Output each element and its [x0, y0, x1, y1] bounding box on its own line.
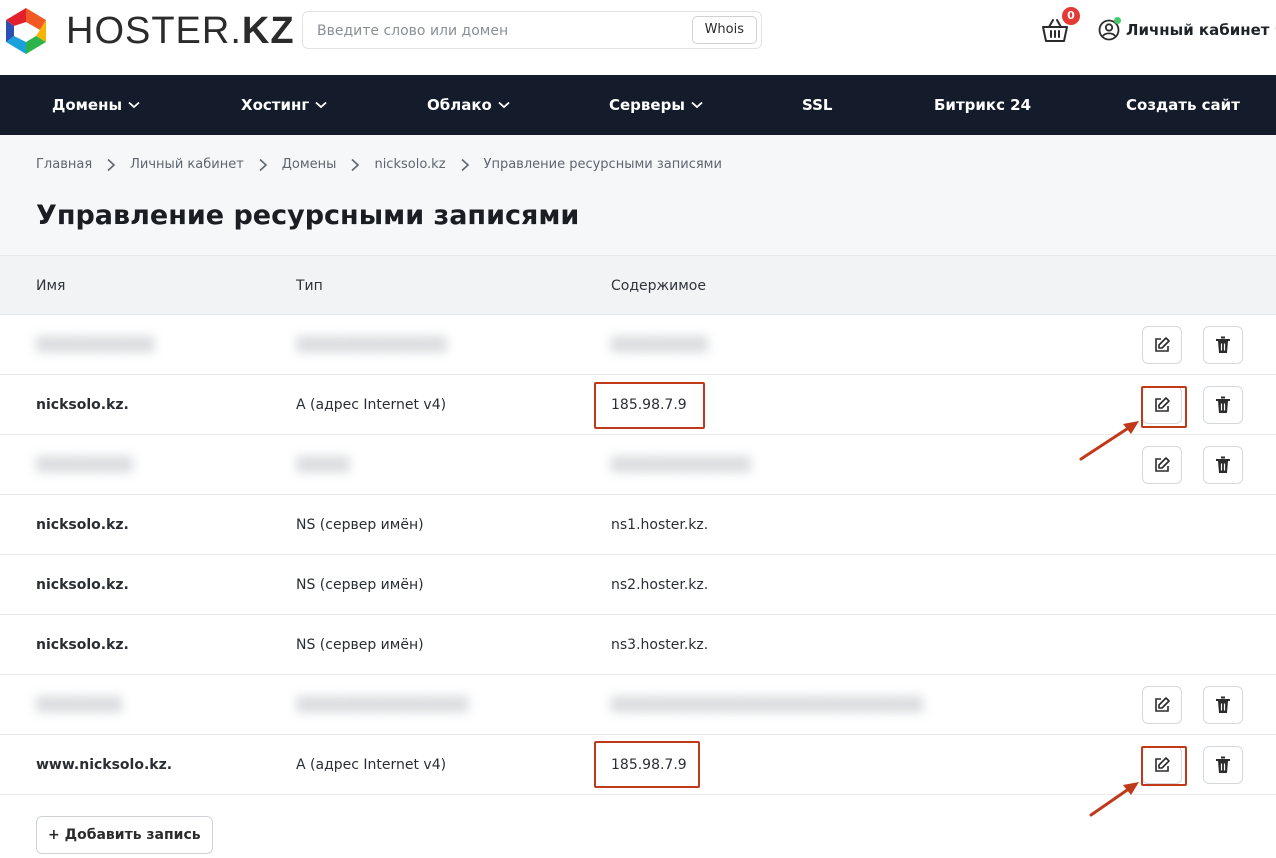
column-header-type: Тип [296, 278, 323, 294]
cart-count-badge: 0 [1062, 7, 1080, 25]
delete-record-button[interactable] [1203, 746, 1243, 784]
redacted-cell: ▒▒▒▒▒▒▒▒▒▒▒▒▒ [611, 457, 751, 473]
breadcrumb-current: Управление ресурсными записями [483, 157, 722, 172]
chevron-down-icon [128, 101, 140, 109]
highlight-box [1141, 386, 1187, 428]
edit-icon [1155, 337, 1170, 352]
delete-record-button[interactable] [1203, 326, 1243, 364]
main-nav: Домены Хостинг Облако Серверы SSL Битрик… [0, 75, 1276, 135]
chevron-down-icon [498, 101, 510, 109]
redacted-cell: ▒▒▒▒▒▒▒▒ [36, 697, 123, 713]
highlight-box [594, 741, 700, 788]
chevron-right-icon [351, 158, 360, 171]
search-input[interactable] [317, 20, 677, 42]
breadcrumb-home[interactable]: Главная [36, 157, 92, 172]
account-label: Личный кабинет [1126, 21, 1270, 39]
column-header-content: Содержимое [611, 278, 706, 294]
redacted-cell: ▒▒▒▒▒▒▒▒▒ [611, 337, 708, 353]
redacted-cell: ▒▒▒▒▒▒▒▒▒▒▒▒▒▒ [296, 337, 447, 353]
breadcrumb: Главная Личный кабинет Домены nicksolo.k… [36, 157, 722, 172]
annotation-arrow-icon [1079, 421, 1139, 461]
online-status-dot [1114, 17, 1121, 24]
record-content: ns3.hoster.kz. [611, 637, 709, 653]
breadcrumb-domains[interactable]: Домены [282, 157, 337, 172]
chevron-right-icon [107, 158, 116, 171]
record-type: NS (сервер имён) [296, 577, 424, 593]
table-header: Имя Тип Содержимое [0, 255, 1276, 315]
record-type: A (адрес Internet v4) [296, 397, 447, 413]
record-name: nicksolo.kz. [36, 517, 129, 533]
trash-icon [1216, 756, 1230, 773]
record-name: nicksolo.kz. [36, 637, 129, 653]
annotation-arrow-icon [1089, 782, 1139, 817]
record-type: A (адрес Internet v4) [296, 757, 447, 773]
chevron-down-icon [315, 101, 327, 109]
edit-record-button[interactable] [1142, 686, 1182, 724]
table-row: ▒▒▒▒▒▒▒▒ ▒▒▒▒▒▒▒▒▒▒▒▒▒▒▒▒ ▒▒▒▒▒▒▒▒▒▒▒▒▒▒… [0, 675, 1276, 735]
record-type: NS (сервер имён) [296, 637, 424, 653]
delete-record-button[interactable] [1203, 446, 1243, 484]
chevron-right-icon [460, 158, 469, 171]
chevron-right-icon [259, 158, 267, 171]
redacted-cell: ▒▒▒▒▒▒▒▒▒ [36, 457, 133, 473]
search-box: Whois [302, 11, 762, 49]
delete-record-button[interactable] [1203, 386, 1243, 424]
nav-item-domains[interactable]: Домены [52, 75, 140, 135]
delete-record-button[interactable] [1203, 686, 1243, 724]
nav-item-servers[interactable]: Серверы [609, 75, 703, 135]
table-row: nicksolo.kz. NS (сервер имён) ns1.hoster… [0, 495, 1276, 555]
nav-item-hosting[interactable]: Хостинг [241, 75, 327, 135]
trash-icon [1216, 456, 1230, 473]
hoster-logo-icon[interactable] [0, 4, 52, 56]
site-header: HOSTER.KZ Whois 0 Личный кабинет [0, 0, 1276, 75]
record-name: nicksolo.kz. [36, 577, 129, 593]
trash-icon [1216, 336, 1230, 353]
trash-icon [1216, 396, 1230, 413]
breadcrumb-account[interactable]: Личный кабинет [130, 157, 244, 172]
redacted-cell: ▒▒▒▒▒▒▒▒▒▒▒▒▒▒▒▒▒▒▒▒▒▒▒▒▒▒▒▒▒ [611, 697, 924, 713]
edit-icon [1155, 697, 1170, 712]
highlight-box [1141, 746, 1187, 786]
table-row: nicksolo.kz. NS (сервер имён) ns3.hoster… [0, 615, 1276, 675]
table-row: ▒▒▒▒▒▒▒▒▒▒▒ ▒▒▒▒▒▒▒▒▒▒▒▒▒▒ ▒▒▒▒▒▒▒▒▒ [0, 315, 1276, 375]
page-title: Управление ресурсными записями [36, 200, 580, 231]
redacted-cell: ▒▒▒▒▒▒▒▒▒▒▒ [36, 337, 155, 353]
record-content: ns1.hoster.kz. [611, 517, 709, 533]
nav-item-bitrix24[interactable]: Битрикс 24 [934, 75, 1031, 135]
redacted-cell: ▒▒▒▒▒ [296, 457, 350, 473]
nav-item-ssl[interactable]: SSL [802, 75, 833, 135]
nav-item-cloud[interactable]: Облако [427, 75, 510, 135]
record-name: nicksolo.kz. [36, 397, 129, 413]
nav-item-create-site[interactable]: Создать сайт [1126, 75, 1240, 135]
brand-name[interactable]: HOSTER.KZ [66, 10, 295, 53]
column-header-name: Имя [36, 278, 66, 294]
record-content: ns2.hoster.kz. [611, 577, 709, 593]
record-name: www.nicksolo.kz. [36, 757, 173, 773]
edit-record-button[interactable] [1142, 446, 1182, 484]
breadcrumb-domain[interactable]: nicksolo.kz [374, 157, 445, 172]
add-record-button[interactable]: + Добавить запись [36, 816, 213, 854]
record-type: NS (сервер имён) [296, 517, 424, 533]
redacted-cell: ▒▒▒▒▒▒▒▒▒▒▒▒▒▒▒▒ [296, 697, 469, 713]
whois-button[interactable]: Whois [691, 16, 757, 44]
edit-record-button[interactable] [1142, 326, 1182, 364]
chevron-down-icon [691, 101, 703, 109]
trash-icon [1216, 696, 1230, 713]
edit-icon [1155, 457, 1170, 472]
table-row: nicksolo.kz. NS (сервер имён) ns2.hoster… [0, 555, 1276, 615]
highlight-box [594, 382, 705, 429]
page-header: Главная Личный кабинет Домены nicksolo.k… [0, 135, 1276, 255]
account-menu[interactable]: Личный кабинет [1098, 18, 1276, 42]
